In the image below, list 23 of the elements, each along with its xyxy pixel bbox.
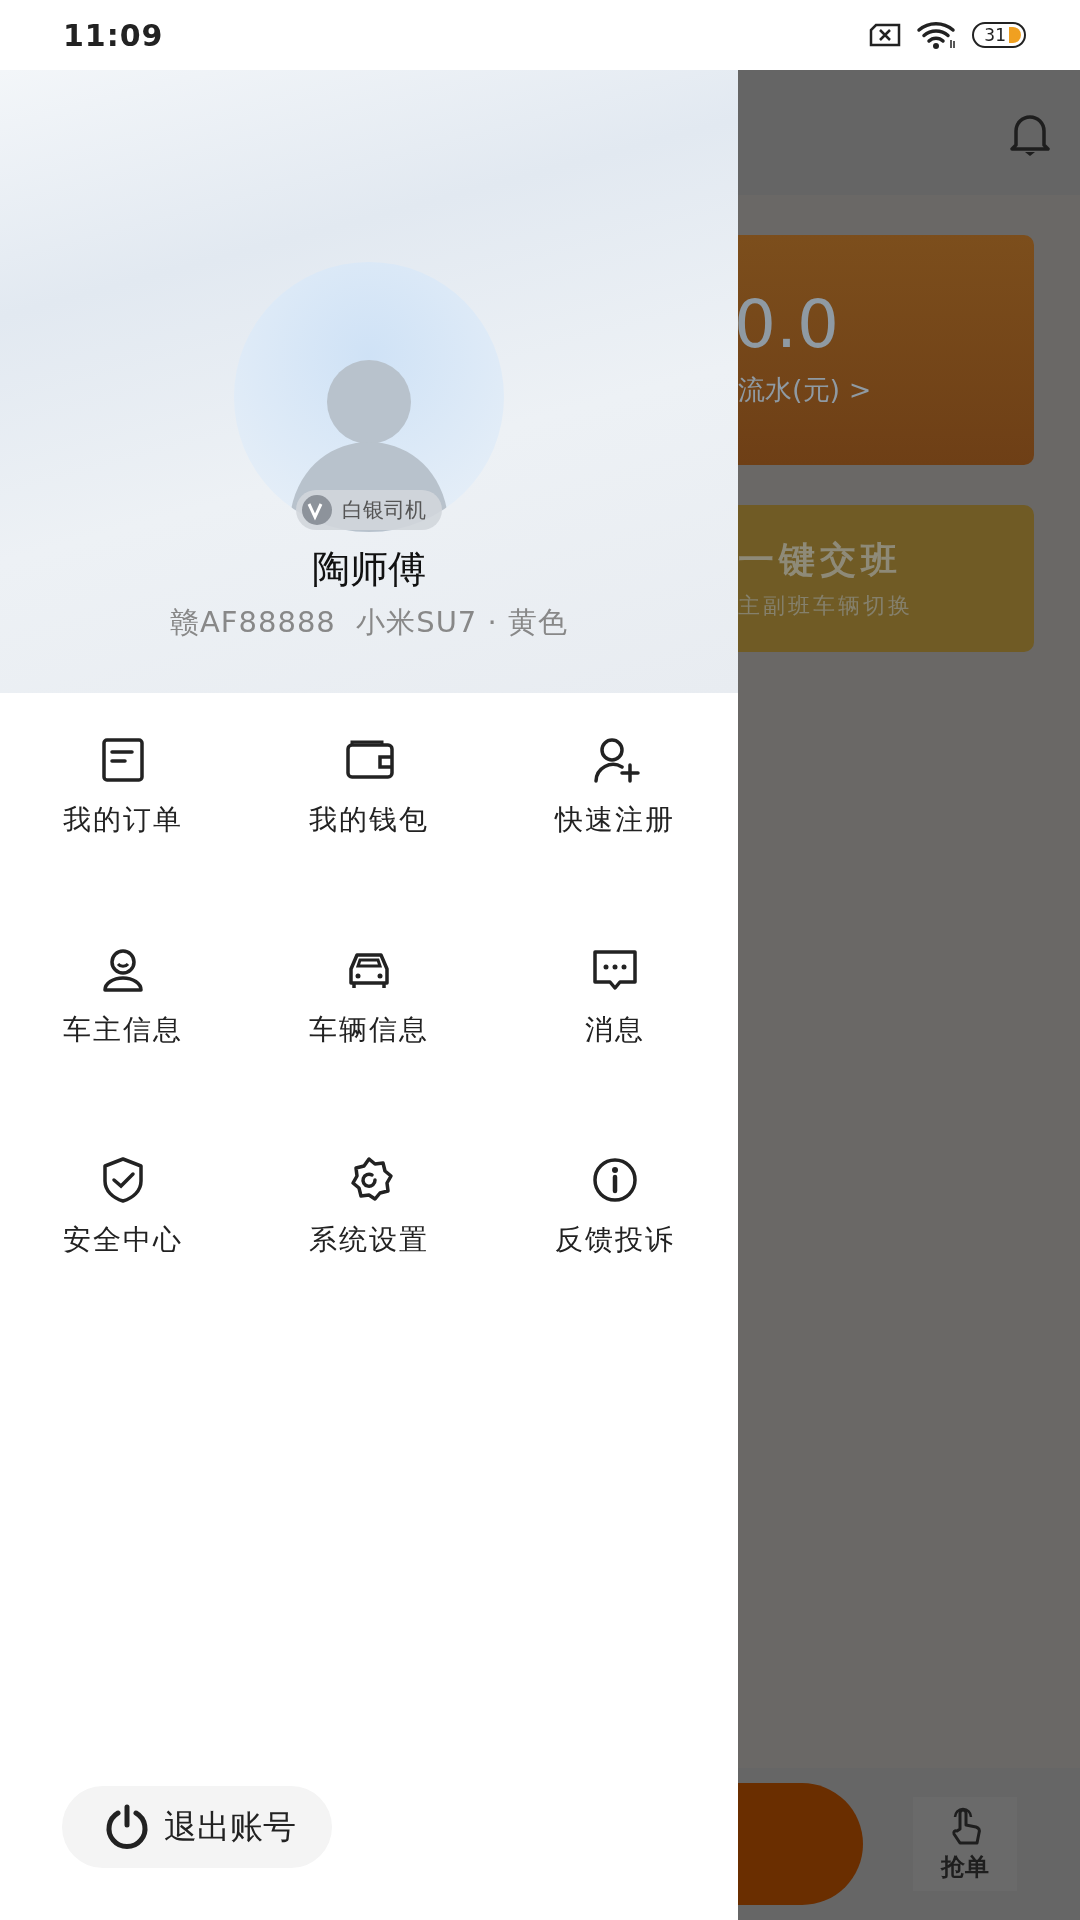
menu-item[interactable]: 安全中心 (0, 1155, 246, 1365)
no-sim-icon (868, 23, 903, 47)
vehicle-info: 赣AF88888 小米SU7 · 黄色 (170, 604, 568, 641)
menu-item[interactable]: 车主信息 (0, 945, 246, 1155)
menu-item[interactable]: 反馈投诉 (492, 1155, 738, 1365)
action-pill[interactable] (738, 1783, 863, 1905)
menu-item[interactable]: 系统设置 (246, 1155, 492, 1365)
power-icon (104, 1804, 150, 1850)
logout-button[interactable]: 退出账号 (62, 1786, 332, 1868)
menu-item[interactable]: 快速注册 (492, 735, 738, 945)
menu-item[interactable]: 车辆信息 (246, 945, 492, 1155)
earnings-amount: 0.0 (738, 292, 840, 358)
handover-title: 一键交班 (738, 538, 903, 582)
handover-subtitle: 主副班车辆切换 (738, 592, 914, 620)
earnings-label: 流水(元) > (738, 373, 873, 407)
menu-item[interactable]: 消息 (492, 945, 738, 1155)
driver-name: 陶师傅 (312, 546, 426, 593)
menu-item[interactable]: 我的钱包 (246, 735, 492, 945)
status-time: 11:09 (63, 17, 164, 53)
level-icon (300, 493, 334, 527)
battery-icon: 31 (972, 22, 1026, 48)
level-badge: 白银司机 (296, 490, 442, 530)
menu-item[interactable]: 我的订单 (0, 735, 246, 945)
